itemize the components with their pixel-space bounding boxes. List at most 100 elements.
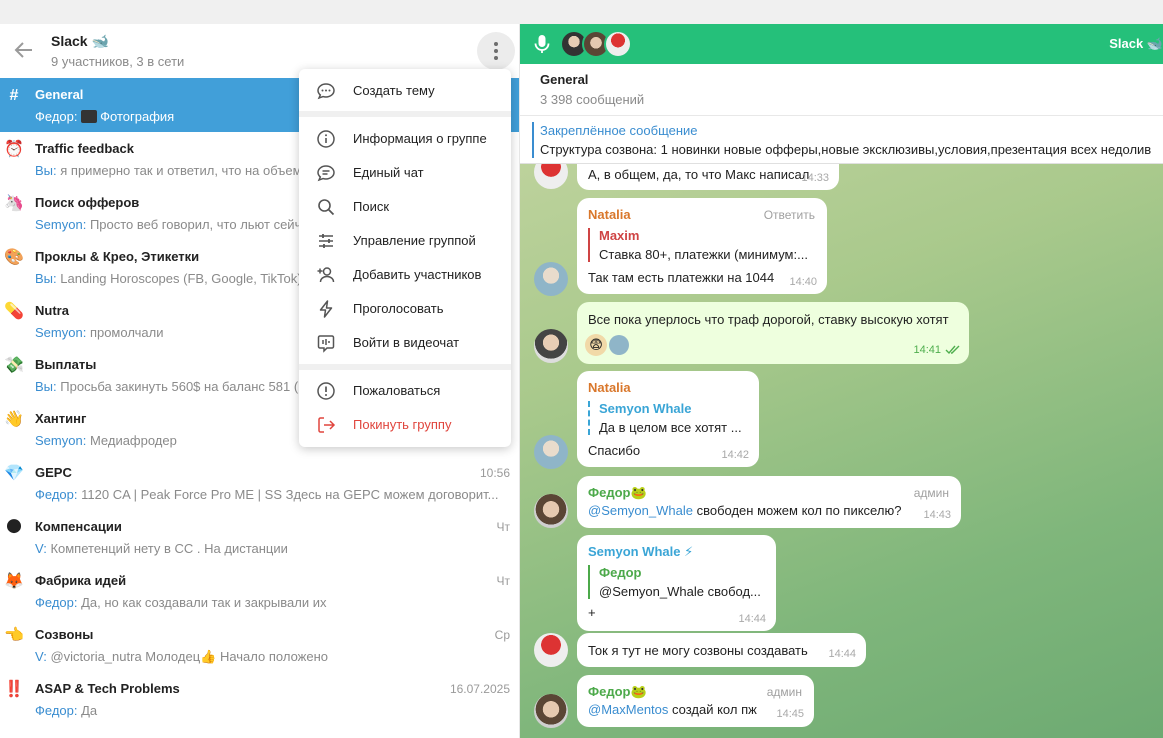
pill-icon: 💊 <box>4 303 24 320</box>
menu-divider <box>299 364 511 370</box>
message-bubble[interactable]: Semyon Whale ⚡ Федор @Semyon_Whale свобо… <box>577 535 776 631</box>
admin-badge: админ <box>913 486 949 500</box>
avatar[interactable] <box>534 164 568 189</box>
topic-item[interactable]: 👈 Созвоны Ср V: @victoria_nutra Молодец👍… <box>0 618 519 672</box>
mention-link[interactable]: @Semyon_Whale <box>588 503 693 518</box>
back-arrow-icon[interactable] <box>12 38 36 62</box>
menu-divider <box>299 111 511 117</box>
microphone-icon[interactable] <box>532 33 552 55</box>
videochat-icon <box>317 335 335 353</box>
topic-name: GEPC <box>35 465 72 480</box>
message-bubble[interactable]: Федор🐸 админ @Semyon_Whale свободен може… <box>577 476 961 528</box>
avatar <box>604 30 632 58</box>
topic-preview: Федор: Да <box>35 703 98 718</box>
avatar[interactable] <box>534 494 568 528</box>
menu-item-videochat[interactable]: Войти в видеочат <box>299 326 511 360</box>
avatar[interactable] <box>534 633 568 667</box>
topic-preview: V: Компетенций нету в СС . На дистанции <box>35 541 288 556</box>
topic-title: General <box>540 72 589 87</box>
chat-bubble-icon <box>317 83 335 100</box>
message-bubble[interactable]: Все пока уперлось что траф дорогой, став… <box>577 302 969 364</box>
single-chat-icon <box>317 165 335 182</box>
topic-name: General <box>35 87 84 102</box>
topic-item[interactable]: 💎 GEPC 10:56 Федор: 1120 CA | Peak Force… <box>0 456 519 510</box>
wave-hand-icon: 👋 <box>4 411 24 428</box>
avatar[interactable] <box>534 694 568 728</box>
message-count: 3 398 сообщений <box>540 92 645 107</box>
topic-time: 16.07.2025 <box>449 682 510 696</box>
message-bubble[interactable]: Natalia Semyon Whale Да в целом все хотя… <box>577 371 759 467</box>
chat-panel: Slack 🐋 General 3 398 сообщений Закреплё… <box>520 24 1163 738</box>
topic-time: Ср <box>494 628 510 642</box>
sliders-icon <box>319 234 333 248</box>
menu-item-report[interactable]: Пожаловаться <box>299 374 511 408</box>
message-bubble[interactable]: Ток я тут не могу созвоны создавать 14:4… <box>577 633 866 667</box>
reply-quote[interactable]: Федор @Semyon_Whale свобод... <box>588 565 761 599</box>
pinned-indicator <box>532 122 534 158</box>
add-user-icon <box>317 267 335 283</box>
topic-name: Nutra <box>35 303 69 318</box>
message-bubble[interactable]: Федор🐸 админ @MaxMentos создай кол пж 14… <box>577 675 814 727</box>
reply-link[interactable]: Ответить <box>764 208 815 222</box>
unicorn-icon: 🦄 <box>4 195 24 212</box>
mention-link[interactable]: @MaxMentos <box>588 702 668 717</box>
menu-item-group-info[interactable]: Информация о группе <box>299 122 511 156</box>
menu-item-single-chat[interactable]: Единый чат <box>299 156 511 190</box>
palette-icon: 🎨 <box>4 249 24 266</box>
topic-name: Traffic feedback <box>35 141 134 156</box>
topic-header[interactable]: General 3 398 сообщений <box>520 64 1163 116</box>
topic-preview: Федор: Да, но как создавали так и закрыв… <box>35 595 327 610</box>
alarm-clock-icon: ⏰ <box>4 141 24 158</box>
group-subtitle: 9 участников, 3 в сети <box>51 54 185 69</box>
group-call-bar[interactable]: Slack 🐋 <box>520 24 1163 64</box>
avatar[interactable] <box>534 329 568 363</box>
call-title: Slack 🐋 <box>1109 36 1163 51</box>
topic-item[interactable]: 🦊 Фабрика идей Чт Федор: Да, но как созд… <box>0 564 519 618</box>
gem-icon: 💎 <box>4 465 24 482</box>
message-list: А, в общем, да, то что Макс написал 14:3… <box>520 164 1163 738</box>
hash-icon: # <box>9 87 19 104</box>
topic-time: 10:56 <box>479 466 510 480</box>
photo-thumb-icon <box>81 110 98 123</box>
menu-item-create-topic[interactable]: Создать тему <box>299 74 511 108</box>
report-icon <box>317 382 335 400</box>
topic-item[interactable]: ‼️ ASAP & Tech Problems 16.07.2025 Федор… <box>0 672 519 726</box>
message-bubble[interactable]: А, в общем, да, то что Макс написал 14:3… <box>577 164 839 190</box>
topic-time: Чт <box>496 574 511 588</box>
topic-time: Чт <box>496 520 511 534</box>
group-title[interactable]: Slack 🐋 <box>51 33 109 50</box>
message-bubble[interactable]: Natalia Ответить Maxim Ставка 80+, плате… <box>577 198 827 294</box>
lightning-icon <box>319 300 333 318</box>
topic-name: Проклы & Креo, Этикетки <box>35 249 200 264</box>
menu-item-search[interactable]: Поиск <box>299 190 511 224</box>
menu-item-add-members[interactable]: Добавить участников <box>299 258 511 292</box>
topic-name: Хантинг <box>35 411 87 426</box>
topic-preview: Федор: 1120 CA | Peak Force Pro ME | SS … <box>35 487 499 502</box>
topic-item[interactable]: 🌑 Компенсации Чт V: Компетенций нету в С… <box>0 510 519 564</box>
leave-icon <box>318 417 336 433</box>
reply-quote[interactable]: Semyon Whale Да в целом все хотят ... <box>588 401 742 435</box>
chat-list-panel: Slack 🐋 9 участников, 3 в сети # General… <box>0 24 520 738</box>
pinned-message-bar[interactable]: Закреплённое сообщение Структура созвона… <box>520 116 1163 164</box>
topic-preview: V: @victoria_nutra Молодец👍 Начало полож… <box>35 649 328 664</box>
avatar[interactable] <box>534 435 568 469</box>
pinned-title: Закреплённое сообщение <box>540 123 698 138</box>
group-options-menu: Создать тему Информация о группе Единый … <box>299 69 511 447</box>
reaction-avatar <box>609 335 629 355</box>
reaction-emoji[interactable]: 😨 <box>585 334 607 356</box>
window-top-strip <box>0 0 1163 24</box>
menu-item-boost[interactable]: Проголосовать <box>299 292 511 326</box>
topic-name: Компенсации <box>35 519 122 534</box>
money-icon: 💸 <box>4 357 24 374</box>
pinned-text: Структура созвона: 1 новинки новые оффер… <box>540 142 1152 157</box>
topic-name: Выплаты <box>35 357 97 372</box>
info-icon <box>317 130 335 148</box>
fox-icon: 🦊 <box>4 573 24 590</box>
search-icon <box>318 199 335 216</box>
menu-item-leave-group[interactable]: Покинуть группу <box>299 408 511 442</box>
reply-quote[interactable]: Maxim Ставка 80+, платежки (минимум:... <box>588 228 808 262</box>
more-options-button[interactable] <box>477 32 515 70</box>
topic-name: ASAP & Tech Problems <box>35 681 180 696</box>
avatar[interactable] <box>534 262 568 296</box>
menu-item-manage-group[interactable]: Управление группой <box>299 224 511 258</box>
